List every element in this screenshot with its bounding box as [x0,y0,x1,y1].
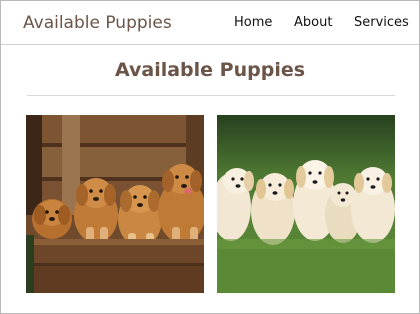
site-header: Available Puppies Home About Services [1,1,419,45]
page-title: Available Puppies [114,59,306,81]
nav-services-link[interactable]: Services [354,15,409,30]
title-divider [27,95,395,96]
nav-about-link[interactable]: About [294,15,332,30]
main-nav: Home About Services [1,15,419,33]
puppy-photo-crate-image [26,115,204,293]
page-frame: Available Puppies Home About Services Av… [0,0,420,314]
puppy-photo-grass [217,115,395,293]
puppy-photo-grass-image [217,115,395,293]
nav-home-link[interactable]: Home [234,15,272,30]
puppy-photo-crate [26,115,204,293]
